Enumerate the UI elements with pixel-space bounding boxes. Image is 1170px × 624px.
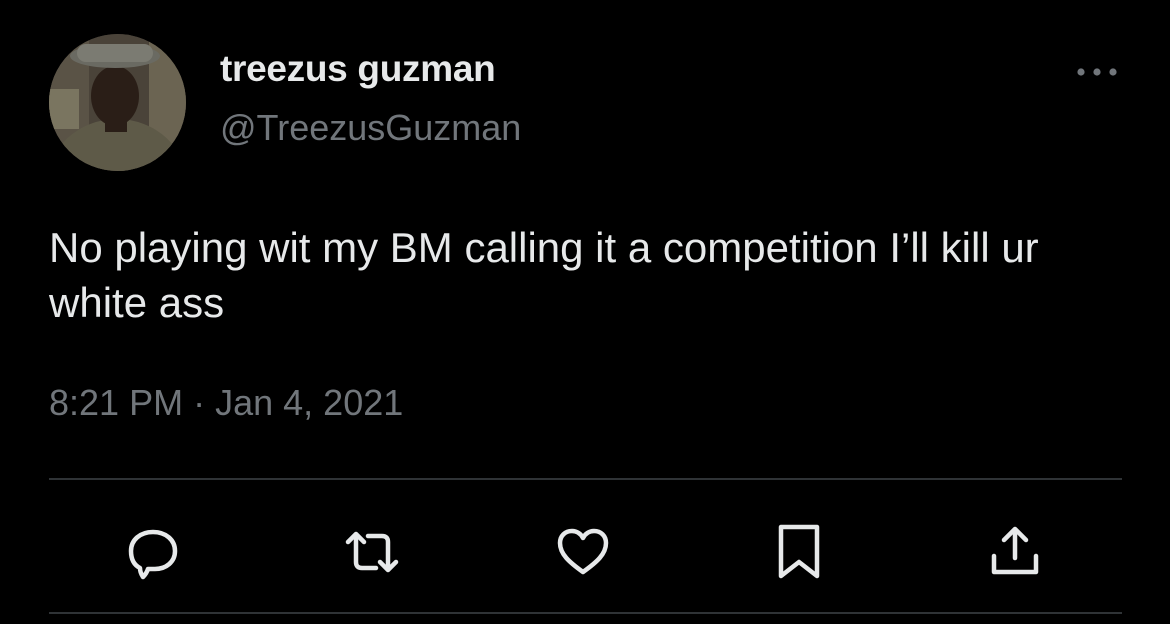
more-horizontal-icon (1077, 68, 1117, 76)
bookmark-icon (778, 524, 820, 579)
reply-button[interactable] (123, 522, 183, 582)
retweet-button[interactable] (342, 522, 402, 582)
tweet-date: Jan 4, 2021 (215, 382, 404, 423)
display-name[interactable]: treezus guzman (220, 48, 496, 90)
bookmark-button[interactable] (769, 522, 829, 582)
tweet: treezus guzman @TreezusGuzman No playing… (0, 0, 1170, 624)
tweet-time: 8:21 PM (49, 382, 184, 423)
tweet-timestamp[interactable]: 8:21 PM · Jan 4, 2021 (49, 382, 403, 424)
reply-icon (128, 529, 178, 580)
tweet-text: No playing wit my BM calling it a compet… (49, 224, 1051, 326)
like-button[interactable] (553, 522, 613, 582)
avatar[interactable] (49, 34, 186, 171)
heart-icon (557, 528, 609, 575)
more-options-button[interactable] (1072, 58, 1122, 88)
avatar-photo (49, 34, 186, 171)
share-icon (991, 526, 1039, 575)
divider-top (49, 478, 1122, 480)
share-button[interactable] (985, 522, 1045, 582)
user-handle[interactable]: @TreezusGuzman (220, 107, 521, 149)
timestamp-separator: · (193, 382, 206, 423)
retweet-icon (345, 531, 399, 573)
divider-bottom (49, 612, 1122, 614)
